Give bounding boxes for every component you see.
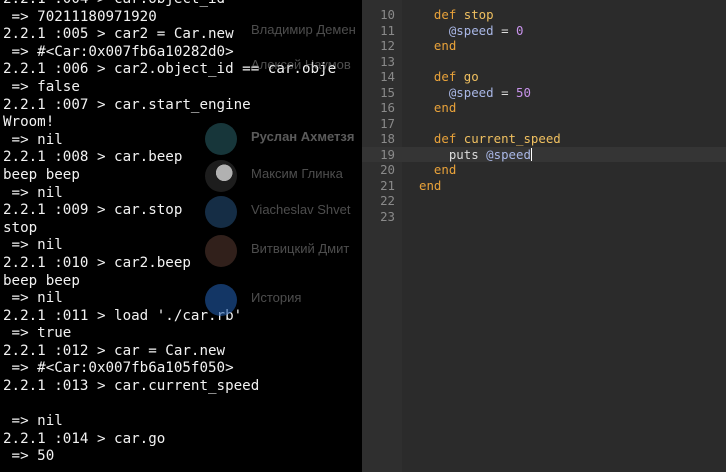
terminal-line: 2.2.1 :012 > car = Car.new (3, 342, 226, 359)
code-text: @speed = 0 (419, 22, 524, 39)
terminal-line: 2.2.1 :014 > car.go (3, 430, 166, 447)
text-cursor (530, 147, 532, 161)
terminal-line: => nil (3, 237, 63, 254)
line-number: 17 (380, 115, 395, 131)
terminal-line: => true (3, 325, 72, 342)
terminal-line: 2.2.1 :008 > car.beep (3, 149, 183, 166)
code-token: end (433, 162, 457, 177)
code-line[interactable]: 19 puts @speed (362, 146, 726, 163)
line-number: 18 (380, 131, 395, 146)
code-token: end (433, 38, 457, 53)
code-line[interactable]: 14 def go (362, 69, 726, 85)
terminal-line: => 50 (3, 448, 55, 465)
code-editor[interactable]: 10 def stop 11 @speed = 0 12 end 13 14 def g… (362, 0, 726, 472)
code-token: = (493, 84, 516, 100)
terminal-line: => 70211180971920 (3, 8, 157, 25)
code-text: end (419, 162, 456, 178)
terminal-line: 2.2.1 :010 > car2.beep (3, 254, 191, 271)
terminal-line: => false (3, 78, 80, 95)
code-token: def (433, 7, 464, 22)
code-token: def (433, 69, 464, 84)
code-line[interactable]: 22 (362, 193, 726, 209)
terminal-line: 2.2.1 :011 > load './car.rb' (3, 307, 243, 324)
line-number: 14 (380, 69, 395, 84)
code-text: puts @speed (419, 147, 532, 163)
code-token: puts (448, 146, 487, 162)
code-line[interactable]: 17 (362, 116, 726, 132)
terminal-window[interactable]: 2.2.1 :004 > car.object_id => 7021118097… (0, 0, 362, 472)
terminal-line: => nil (3, 290, 63, 307)
code-text: def go (419, 69, 479, 85)
code-line[interactable]: 20 end (362, 162, 726, 178)
code-text: def stop (419, 7, 494, 23)
code-token: end (419, 177, 442, 193)
terminal-line: => #<Car:0x007fb6a10282d0> (3, 43, 234, 60)
line-number: 13 (380, 53, 395, 69)
code-text: @speed = 50 (419, 85, 531, 101)
code-token: current_speed (463, 131, 561, 146)
line-number: 22 (380, 193, 395, 208)
screen: 2.2.1 :004 > car.object_id => 7021118097… (0, 0, 726, 472)
terminal-line: stop (3, 219, 38, 236)
code-line[interactable]: 23 (362, 209, 726, 225)
terminal-line: 2.2.1 :013 > car.current_speed (3, 378, 260, 395)
code-line[interactable]: 11 @speed = 0 (362, 23, 726, 39)
terminal-line: 2.2.1 :005 > car2 = Car.new (3, 26, 234, 43)
terminal-line: 2.2.1 :009 > car.stop (3, 202, 183, 219)
code-token: @speed (486, 146, 531, 162)
line-number: 10 (380, 7, 395, 22)
code-token: def (433, 131, 464, 146)
line-number: 11 (380, 22, 395, 38)
code-line[interactable]: 18 def current_speed (362, 131, 726, 147)
line-number: 23 (380, 208, 395, 224)
line-number: 21 (380, 177, 395, 193)
code-line[interactable]: 13 (362, 54, 726, 70)
terminal-line: 2.2.1 :007 > car.start_engine (3, 96, 251, 113)
line-number: 16 (380, 100, 395, 115)
line-number: 20 (380, 162, 395, 177)
code-token: end (433, 100, 457, 115)
terminal-line: => nil (3, 131, 63, 148)
terminal-line: 2.2.1 :004 > car.object_id (3, 0, 336, 9)
code-text: end (419, 100, 456, 116)
code-token: @speed (448, 84, 494, 100)
terminal-line: => #<Car:0x007fb6a105f050> (3, 360, 234, 377)
code-token: = (493, 22, 516, 38)
code-text: def current_speed (419, 131, 561, 147)
code-token: stop (463, 7, 494, 22)
code-token: 0 (516, 22, 524, 38)
line-number: 15 (380, 84, 395, 100)
line-number: 12 (380, 38, 395, 53)
terminal-line: Wroom! (3, 114, 55, 131)
code-line[interactable]: 21 end (362, 178, 726, 194)
terminal-output: 2.2.1 :004 > car.object_id => 7021118097… (3, 0, 336, 466)
terminal-line: beep beep (3, 272, 80, 289)
code-token: go (463, 69, 479, 84)
code-text: end (419, 178, 441, 194)
terminal-line: => nil (3, 413, 63, 430)
code-line[interactable]: 16 end (362, 100, 726, 116)
terminal-line: 2.2.1 :006 > car2.object_id == car.obje (3, 61, 337, 78)
code-token: @speed (448, 22, 494, 38)
code-line[interactable]: 10 def stop (362, 7, 726, 23)
terminal-line: => nil (3, 184, 63, 201)
code-line[interactable]: 12 end (362, 38, 726, 54)
code-token: 50 (516, 84, 531, 100)
line-number: 19 (380, 146, 395, 162)
code-text: end (419, 38, 456, 54)
terminal-line: beep beep (3, 166, 80, 183)
code-line[interactable]: 15 @speed = 50 (362, 85, 726, 101)
